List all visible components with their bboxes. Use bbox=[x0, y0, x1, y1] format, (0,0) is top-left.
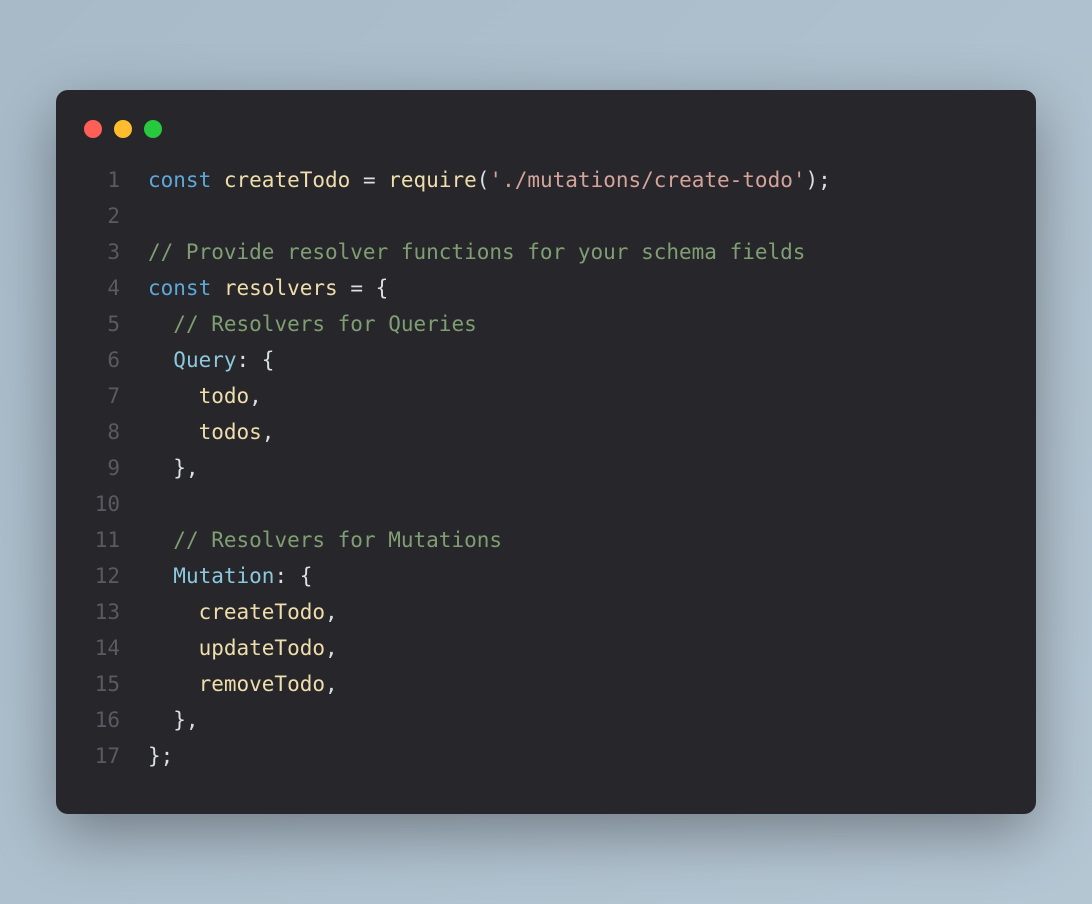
code-line: 10 bbox=[84, 486, 1008, 522]
line-content: Query: { bbox=[148, 342, 1008, 378]
code-token: , bbox=[249, 384, 262, 408]
line-content: const resolvers = { bbox=[148, 270, 1008, 306]
code-line: 11 // Resolvers for Mutations bbox=[84, 522, 1008, 558]
code-token bbox=[211, 168, 224, 192]
line-number: 17 bbox=[84, 738, 120, 774]
code-token: './mutations/create-todo' bbox=[489, 168, 805, 192]
line-number: 13 bbox=[84, 594, 120, 630]
line-content: }, bbox=[148, 702, 1008, 738]
line-content bbox=[148, 198, 1008, 234]
line-number: 6 bbox=[84, 342, 120, 378]
code-line: 5 // Resolvers for Queries bbox=[84, 306, 1008, 342]
code-token: // Provide resolver functions for your s… bbox=[148, 240, 805, 264]
code-token bbox=[148, 420, 199, 444]
code-token: createTodo bbox=[224, 168, 350, 192]
code-token: , bbox=[325, 636, 338, 660]
line-number: 2 bbox=[84, 198, 120, 234]
line-number: 15 bbox=[84, 666, 120, 702]
line-number: 14 bbox=[84, 630, 120, 666]
code-line: 14 updateTodo, bbox=[84, 630, 1008, 666]
code-token: todo bbox=[199, 384, 250, 408]
code-token: Query bbox=[173, 348, 236, 372]
line-content: // Resolvers for Mutations bbox=[148, 522, 1008, 558]
line-content: // Provide resolver functions for your s… bbox=[148, 234, 1008, 270]
line-number: 1 bbox=[84, 162, 120, 198]
code-token bbox=[148, 672, 199, 696]
line-number: 3 bbox=[84, 234, 120, 270]
code-window: 1 const createTodo = require('./mutations… bbox=[56, 90, 1036, 814]
maximize-icon[interactable] bbox=[144, 120, 162, 138]
code-line: 16 }, bbox=[84, 702, 1008, 738]
code-token: , bbox=[262, 420, 275, 444]
line-number: 11 bbox=[84, 522, 120, 558]
code-token bbox=[211, 276, 224, 300]
line-number: 5 bbox=[84, 306, 120, 342]
code-line: 7 todo, bbox=[84, 378, 1008, 414]
window-controls bbox=[56, 114, 1036, 162]
code-line: 12 Mutation: { bbox=[84, 558, 1008, 594]
line-content: // Resolvers for Queries bbox=[148, 306, 1008, 342]
code-line: 1 const createTodo = require('./mutations… bbox=[84, 162, 1008, 198]
code-line: 17}; bbox=[84, 738, 1008, 774]
code-token: Mutation bbox=[173, 564, 274, 588]
code-line: 2 bbox=[84, 198, 1008, 234]
code-token: todos bbox=[199, 420, 262, 444]
code-token: , bbox=[325, 672, 338, 696]
code-line: 3 // Provide resolver functions for your … bbox=[84, 234, 1008, 270]
code-token: = { bbox=[338, 276, 389, 300]
code-token: // Resolvers for Queries bbox=[173, 312, 476, 336]
code-token bbox=[148, 528, 173, 552]
code-token bbox=[148, 564, 173, 588]
code-line: 4 const resolvers = { bbox=[84, 270, 1008, 306]
line-content: updateTodo, bbox=[148, 630, 1008, 666]
code-token: createTodo bbox=[199, 600, 325, 624]
line-content: createTodo, bbox=[148, 594, 1008, 630]
code-token: updateTodo bbox=[199, 636, 325, 660]
code-token: , bbox=[325, 600, 338, 624]
code-token: ); bbox=[806, 168, 831, 192]
code-line: 6 Query: { bbox=[84, 342, 1008, 378]
line-content: Mutation: { bbox=[148, 558, 1008, 594]
code-token: : { bbox=[237, 348, 275, 372]
line-number: 8 bbox=[84, 414, 120, 450]
code-token: : { bbox=[274, 564, 312, 588]
code-token: resolvers bbox=[224, 276, 338, 300]
code-editor[interactable]: 1 const createTodo = require('./mutations… bbox=[56, 162, 1036, 774]
code-token: }; bbox=[148, 744, 173, 768]
code-line: 9 }, bbox=[84, 450, 1008, 486]
line-number: 7 bbox=[84, 378, 120, 414]
line-number: 9 bbox=[84, 450, 120, 486]
line-content: removeTodo, bbox=[148, 666, 1008, 702]
line-number: 12 bbox=[84, 558, 120, 594]
code-token bbox=[148, 348, 173, 372]
line-content bbox=[148, 486, 1008, 522]
line-content: }, bbox=[148, 450, 1008, 486]
line-content: }; bbox=[148, 738, 1008, 774]
code-token: require bbox=[388, 168, 477, 192]
code-line: 13 createTodo, bbox=[84, 594, 1008, 630]
code-line: 15 removeTodo, bbox=[84, 666, 1008, 702]
minimize-icon[interactable] bbox=[114, 120, 132, 138]
code-token: const bbox=[148, 276, 211, 300]
code-token bbox=[148, 384, 199, 408]
line-content: todos, bbox=[148, 414, 1008, 450]
code-token: ( bbox=[477, 168, 490, 192]
line-number: 10 bbox=[84, 486, 120, 522]
code-token: }, bbox=[148, 456, 199, 480]
code-token bbox=[148, 636, 199, 660]
code-token bbox=[148, 600, 199, 624]
line-content: const createTodo = require('./mutations/… bbox=[148, 162, 1008, 198]
code-token: removeTodo bbox=[199, 672, 325, 696]
code-token: // Resolvers for Mutations bbox=[173, 528, 502, 552]
code-token: = bbox=[350, 168, 388, 192]
code-token: }, bbox=[148, 708, 199, 732]
code-token: const bbox=[148, 168, 211, 192]
close-icon[interactable] bbox=[84, 120, 102, 138]
code-token bbox=[148, 312, 173, 336]
code-line: 8 todos, bbox=[84, 414, 1008, 450]
line-number: 4 bbox=[84, 270, 120, 306]
line-number: 16 bbox=[84, 702, 120, 738]
line-content: todo, bbox=[148, 378, 1008, 414]
